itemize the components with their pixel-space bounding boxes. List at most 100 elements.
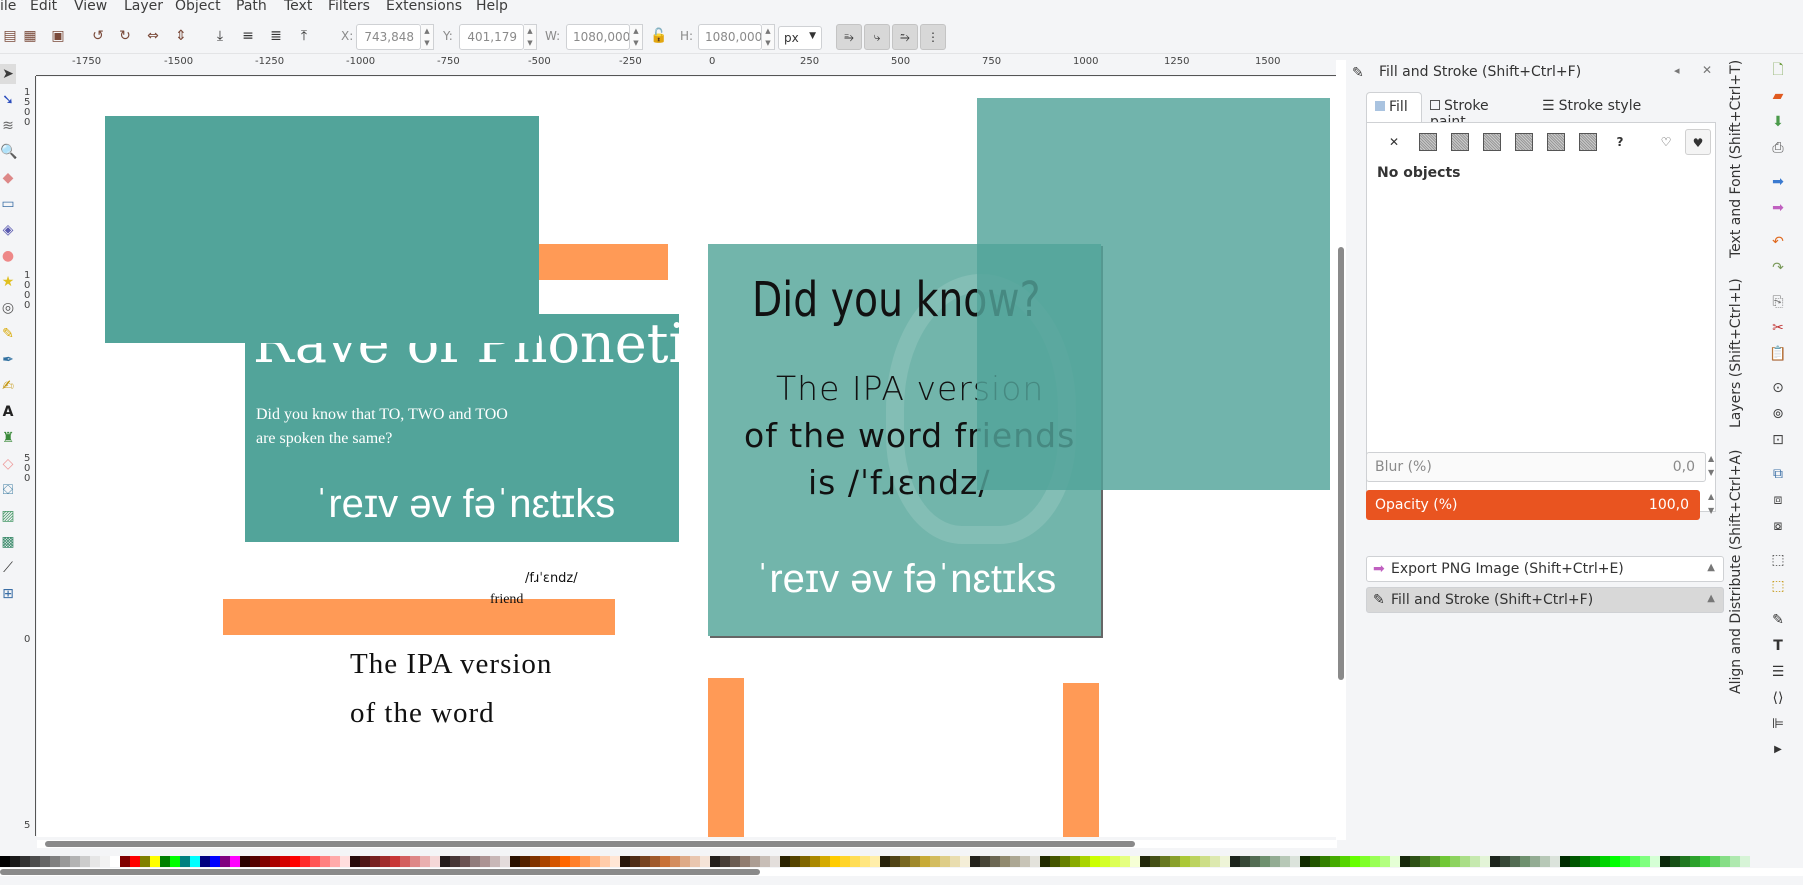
palette-swatch[interactable]: [1180, 856, 1190, 867]
palette-swatch[interactable]: [150, 856, 160, 867]
opacity-spinner[interactable]: ▲ ▼: [1708, 490, 1714, 518]
tweak-tool-icon[interactable]: ≋: [0, 116, 16, 136]
teal-rect-top-right[interactable]: [977, 98, 1330, 490]
palette-swatch[interactable]: [1380, 856, 1390, 867]
node-tool-icon[interactable]: ➘: [0, 90, 16, 110]
palette-swatch[interactable]: [830, 856, 840, 867]
palette-swatch[interactable]: [1280, 856, 1290, 867]
palette-swatch[interactable]: [1160, 856, 1170, 867]
palette-swatch[interactable]: [10, 856, 20, 867]
ipa-small-text[interactable]: /fɹˈɛndz/: [525, 571, 578, 586]
palette-swatch[interactable]: [290, 856, 300, 867]
palette-swatch[interactable]: [590, 856, 600, 867]
menu-extensions[interactable]: Extensions: [386, 0, 462, 14]
palette-swatch[interactable]: [1640, 856, 1650, 867]
palette-swatch[interactable]: [90, 856, 100, 867]
palette-swatch[interactable]: [950, 856, 960, 867]
palette-swatch[interactable]: [1330, 856, 1340, 867]
palette-swatch[interactable]: [910, 856, 920, 867]
palette-swatch[interactable]: [800, 856, 810, 867]
palette-scroll-thumb[interactable]: [0, 869, 760, 875]
palette-swatch[interactable]: [1700, 856, 1710, 867]
palette-swatch[interactable]: [1240, 856, 1250, 867]
palette-swatch[interactable]: [1060, 856, 1070, 867]
duplicate-icon[interactable]: ⧉: [1768, 464, 1788, 484]
palette-swatch[interactable]: [60, 856, 70, 867]
palette-swatch[interactable]: [400, 856, 410, 867]
h-spinner[interactable]: ▲ ▼: [762, 24, 775, 50]
evenodd-icon[interactable]: ♡: [1657, 133, 1675, 151]
palette-swatch[interactable]: [990, 856, 1000, 867]
palette-swatch[interactable]: [0, 856, 10, 867]
menu-help[interactable]: Help: [476, 0, 508, 14]
star-tool-icon[interactable]: ★: [0, 272, 16, 292]
palette-swatch[interactable]: [810, 856, 820, 867]
palette-swatch[interactable]: [30, 856, 40, 867]
select-all-icon[interactable]: ▦: [20, 26, 40, 46]
palette-swatch[interactable]: [1600, 856, 1610, 867]
import-icon[interactable]: ➡: [1768, 172, 1788, 192]
flip-horizontal-icon[interactable]: ⇔: [143, 26, 163, 46]
palette-swatch[interactable]: [1490, 856, 1500, 867]
palette-swatch[interactable]: [50, 856, 60, 867]
palette-swatch[interactable]: [660, 856, 670, 867]
palette-swatch[interactable]: [700, 856, 710, 867]
palette-swatch[interactable]: [880, 856, 890, 867]
nonzero-icon[interactable]: ♥: [1685, 129, 1711, 155]
palette-swatch[interactable]: [1430, 856, 1440, 867]
none-icon[interactable]: ✕: [1385, 133, 1403, 151]
palette-swatch[interactable]: [1010, 856, 1020, 867]
palette-swatch[interactable]: [300, 856, 310, 867]
palette-swatch[interactable]: [1400, 856, 1410, 867]
copy-icon[interactable]: ⎘: [1768, 292, 1788, 312]
palette-swatch[interactable]: [620, 856, 630, 867]
ungroup-icon[interactable]: ⬚: [1768, 576, 1788, 596]
palette-swatch[interactable]: [320, 856, 330, 867]
vertical-ruler[interactable]: 1500 1000 500 0 5: [20, 76, 36, 836]
palette-swatch[interactable]: [1270, 856, 1280, 867]
h-field[interactable]: 1080,000: [698, 24, 762, 50]
horizontal-ruler[interactable]: -1750 -1500 -1250 -1000 -750 -500 -250 0…: [36, 56, 1336, 76]
palette-swatch[interactable]: [710, 856, 720, 867]
palette-swatch[interactable]: [1740, 856, 1750, 867]
palette-swatch[interactable]: [210, 856, 220, 867]
palette-swatch[interactable]: [630, 856, 640, 867]
blur-spinner[interactable]: ▲ ▼: [1708, 452, 1714, 480]
palette-swatch[interactable]: [350, 856, 360, 867]
paste-icon[interactable]: ▤: [0, 26, 20, 46]
palette-swatch[interactable]: [1650, 856, 1660, 867]
w-field[interactable]: 1080,000: [566, 24, 630, 50]
menu-edit[interactable]: Edit: [30, 0, 57, 14]
dropper-tool-icon[interactable]: ⟋: [0, 558, 16, 578]
palette-swatch[interactable]: [40, 856, 50, 867]
spray-tool-icon[interactable]: ♜: [0, 428, 16, 448]
vtab-layers[interactable]: Layers (Shift+Ctrl+L): [1728, 278, 1744, 428]
cut-icon[interactable]: ✂: [1768, 318, 1788, 338]
palette-swatch[interactable]: [1540, 856, 1550, 867]
calligraphy-tool-icon[interactable]: ✍: [0, 376, 16, 396]
y-field[interactable]: 401,179: [459, 24, 524, 50]
palette-swatch[interactable]: [220, 856, 230, 867]
palette-swatch[interactable]: [380, 856, 390, 867]
swatch-icon[interactable]: [1579, 133, 1597, 151]
palette-swatch[interactable]: [110, 856, 120, 867]
flat-color-icon[interactable]: [1419, 133, 1437, 151]
color-palette[interactable]: [0, 856, 1803, 867]
palette-swatch[interactable]: [650, 856, 660, 867]
orange-bar-top[interactable]: [535, 244, 668, 280]
zoom-drawing-icon[interactable]: ⊚: [1768, 404, 1788, 424]
raise-to-top-icon[interactable]: ⤒: [294, 26, 314, 46]
mesh-tool-icon[interactable]: ▩: [0, 532, 16, 552]
palette-swatch[interactable]: [1340, 856, 1350, 867]
scale-stroke-button[interactable]: ⥱: [836, 24, 862, 50]
paste-icon[interactable]: 📋: [1768, 344, 1788, 364]
lower-icon[interactable]: ≡: [238, 26, 258, 46]
tab-stroke-style[interactable]: ☰ Stroke style: [1534, 92, 1654, 122]
pen-tool-icon[interactable]: ✒: [0, 350, 16, 370]
friend-text[interactable]: friend: [490, 592, 523, 608]
palette-swatch[interactable]: [100, 856, 110, 867]
palette-swatch[interactable]: [550, 856, 560, 867]
palette-swatch[interactable]: [330, 856, 340, 867]
drawing-canvas[interactable]: Rave of Phonetics Did you know that TO, …: [37, 77, 1337, 837]
palette-swatch[interactable]: [270, 856, 280, 867]
